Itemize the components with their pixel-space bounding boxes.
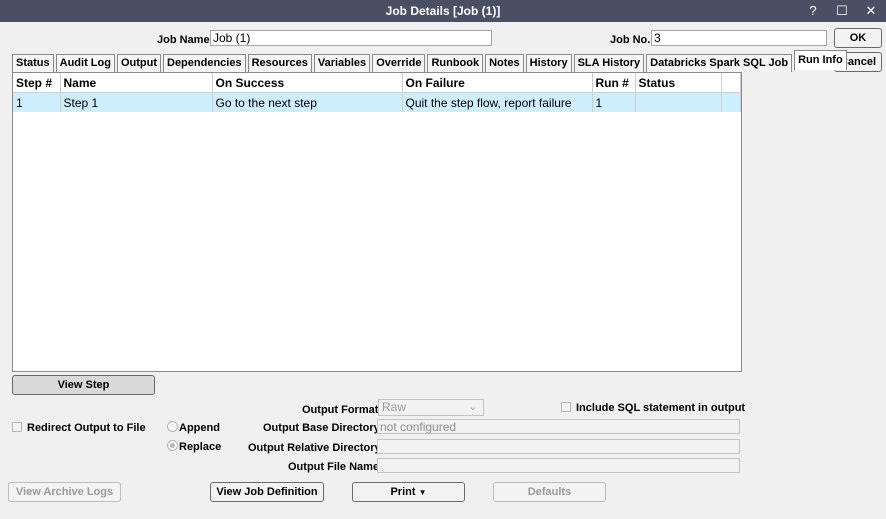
cell-name: Step 1 <box>60 92 213 112</box>
window-title: Job Details [Job (1)] <box>385 4 501 18</box>
cell-run: 1 <box>592 92 636 112</box>
append-radio[interactable] <box>167 421 178 432</box>
cell-on-failure: Quit the step flow, report failure <box>402 92 593 112</box>
output-file-name-field[interactable] <box>377 458 740 473</box>
job-no-field[interactable]: 3 <box>651 30 827 46</box>
output-format-label: Output Format <box>302 404 379 416</box>
help-icon[interactable]: ? <box>800 0 826 22</box>
include-sql-checkbox[interactable] <box>561 402 571 412</box>
view-job-definition-button[interactable]: View Job Definition <box>210 482 324 502</box>
replace-label: Replace <box>179 441 222 453</box>
column-header-name[interactable]: Name <box>60 73 213 93</box>
tab-override[interactable]: Override <box>372 54 426 72</box>
output-base-dir-label: Output Base Directory <box>263 422 380 434</box>
tab-notes[interactable]: Notes <box>485 54 524 72</box>
tab-sla-history[interactable]: SLA History <box>573 54 645 72</box>
steps-grid: Step # Name On Success On Failure Run # … <box>12 72 742 372</box>
cell-on-success: Go to the next step <box>212 92 403 112</box>
tab-databricks-spark-sql-job[interactable]: Databricks Spark SQL Job <box>646 54 793 72</box>
replace-radio[interactable] <box>167 440 178 451</box>
view-step-button[interactable]: View Step <box>12 375 155 395</box>
output-base-dir-field[interactable]: not configured <box>377 419 740 434</box>
output-format-select[interactable]: Raw ⌄ <box>378 399 484 416</box>
title-bar: Job Details [Job (1)] ? ☐ ✕ <box>0 0 886 22</box>
job-name-field[interactable]: Job (1) <box>210 30 492 46</box>
tab-run-info[interactable]: Run Info <box>794 50 847 70</box>
job-no-label: Job No. <box>610 34 651 46</box>
column-header-step[interactable]: Step # <box>13 73 61 93</box>
output-relative-dir-label: Output Relative Directory <box>248 442 381 454</box>
caret-down-icon: ▼ <box>418 488 427 497</box>
tab-output[interactable]: Output <box>116 54 161 72</box>
print-button-label: Print <box>390 486 416 498</box>
tab-status[interactable]: Status <box>12 54 54 72</box>
defaults-button[interactable]: Defaults <box>493 482 606 502</box>
chevron-down-icon: ⌄ <box>468 402 477 413</box>
column-header-on-success[interactable]: On Success <box>212 73 403 93</box>
tab-strip: Status Audit Log Output Dependencies Res… <box>12 50 847 72</box>
cell-step: 1 <box>13 92 61 112</box>
column-header-filler <box>721 73 741 93</box>
output-relative-dir-field[interactable] <box>377 439 740 454</box>
close-icon[interactable]: ✕ <box>858 0 884 22</box>
tab-resources[interactable]: Resources <box>247 54 312 72</box>
view-archive-logs-button[interactable]: View Archive Logs <box>8 482 121 502</box>
redirect-output-label: Redirect Output to File <box>27 422 146 434</box>
tab-runbook[interactable]: Runbook <box>427 54 484 72</box>
column-header-status[interactable]: Status <box>635 73 722 93</box>
tab-dependencies[interactable]: Dependencies <box>163 54 246 72</box>
print-button[interactable]: Print ▼ <box>352 482 465 502</box>
append-label: Append <box>179 422 220 434</box>
table-row[interactable]: 1 Step 1 Go to the next step Quit the st… <box>13 92 741 112</box>
cell-filler <box>721 92 741 112</box>
tab-history[interactable]: History <box>525 54 572 72</box>
output-format-value: Raw <box>382 400 407 414</box>
tab-audit-log[interactable]: Audit Log <box>55 54 115 72</box>
output-file-name-label: Output File Name <box>288 461 380 473</box>
include-sql-label: Include SQL statement in output <box>576 402 746 414</box>
maximize-icon[interactable]: ☐ <box>829 0 855 22</box>
column-header-on-failure[interactable]: On Failure <box>402 73 593 93</box>
tab-variables[interactable]: Variables <box>313 54 371 72</box>
job-name-label: Job Name <box>157 34 210 46</box>
ok-button[interactable]: OK <box>834 28 882 48</box>
column-header-run[interactable]: Run # <box>592 73 636 93</box>
cell-status <box>635 92 722 112</box>
redirect-output-checkbox[interactable] <box>12 422 22 432</box>
